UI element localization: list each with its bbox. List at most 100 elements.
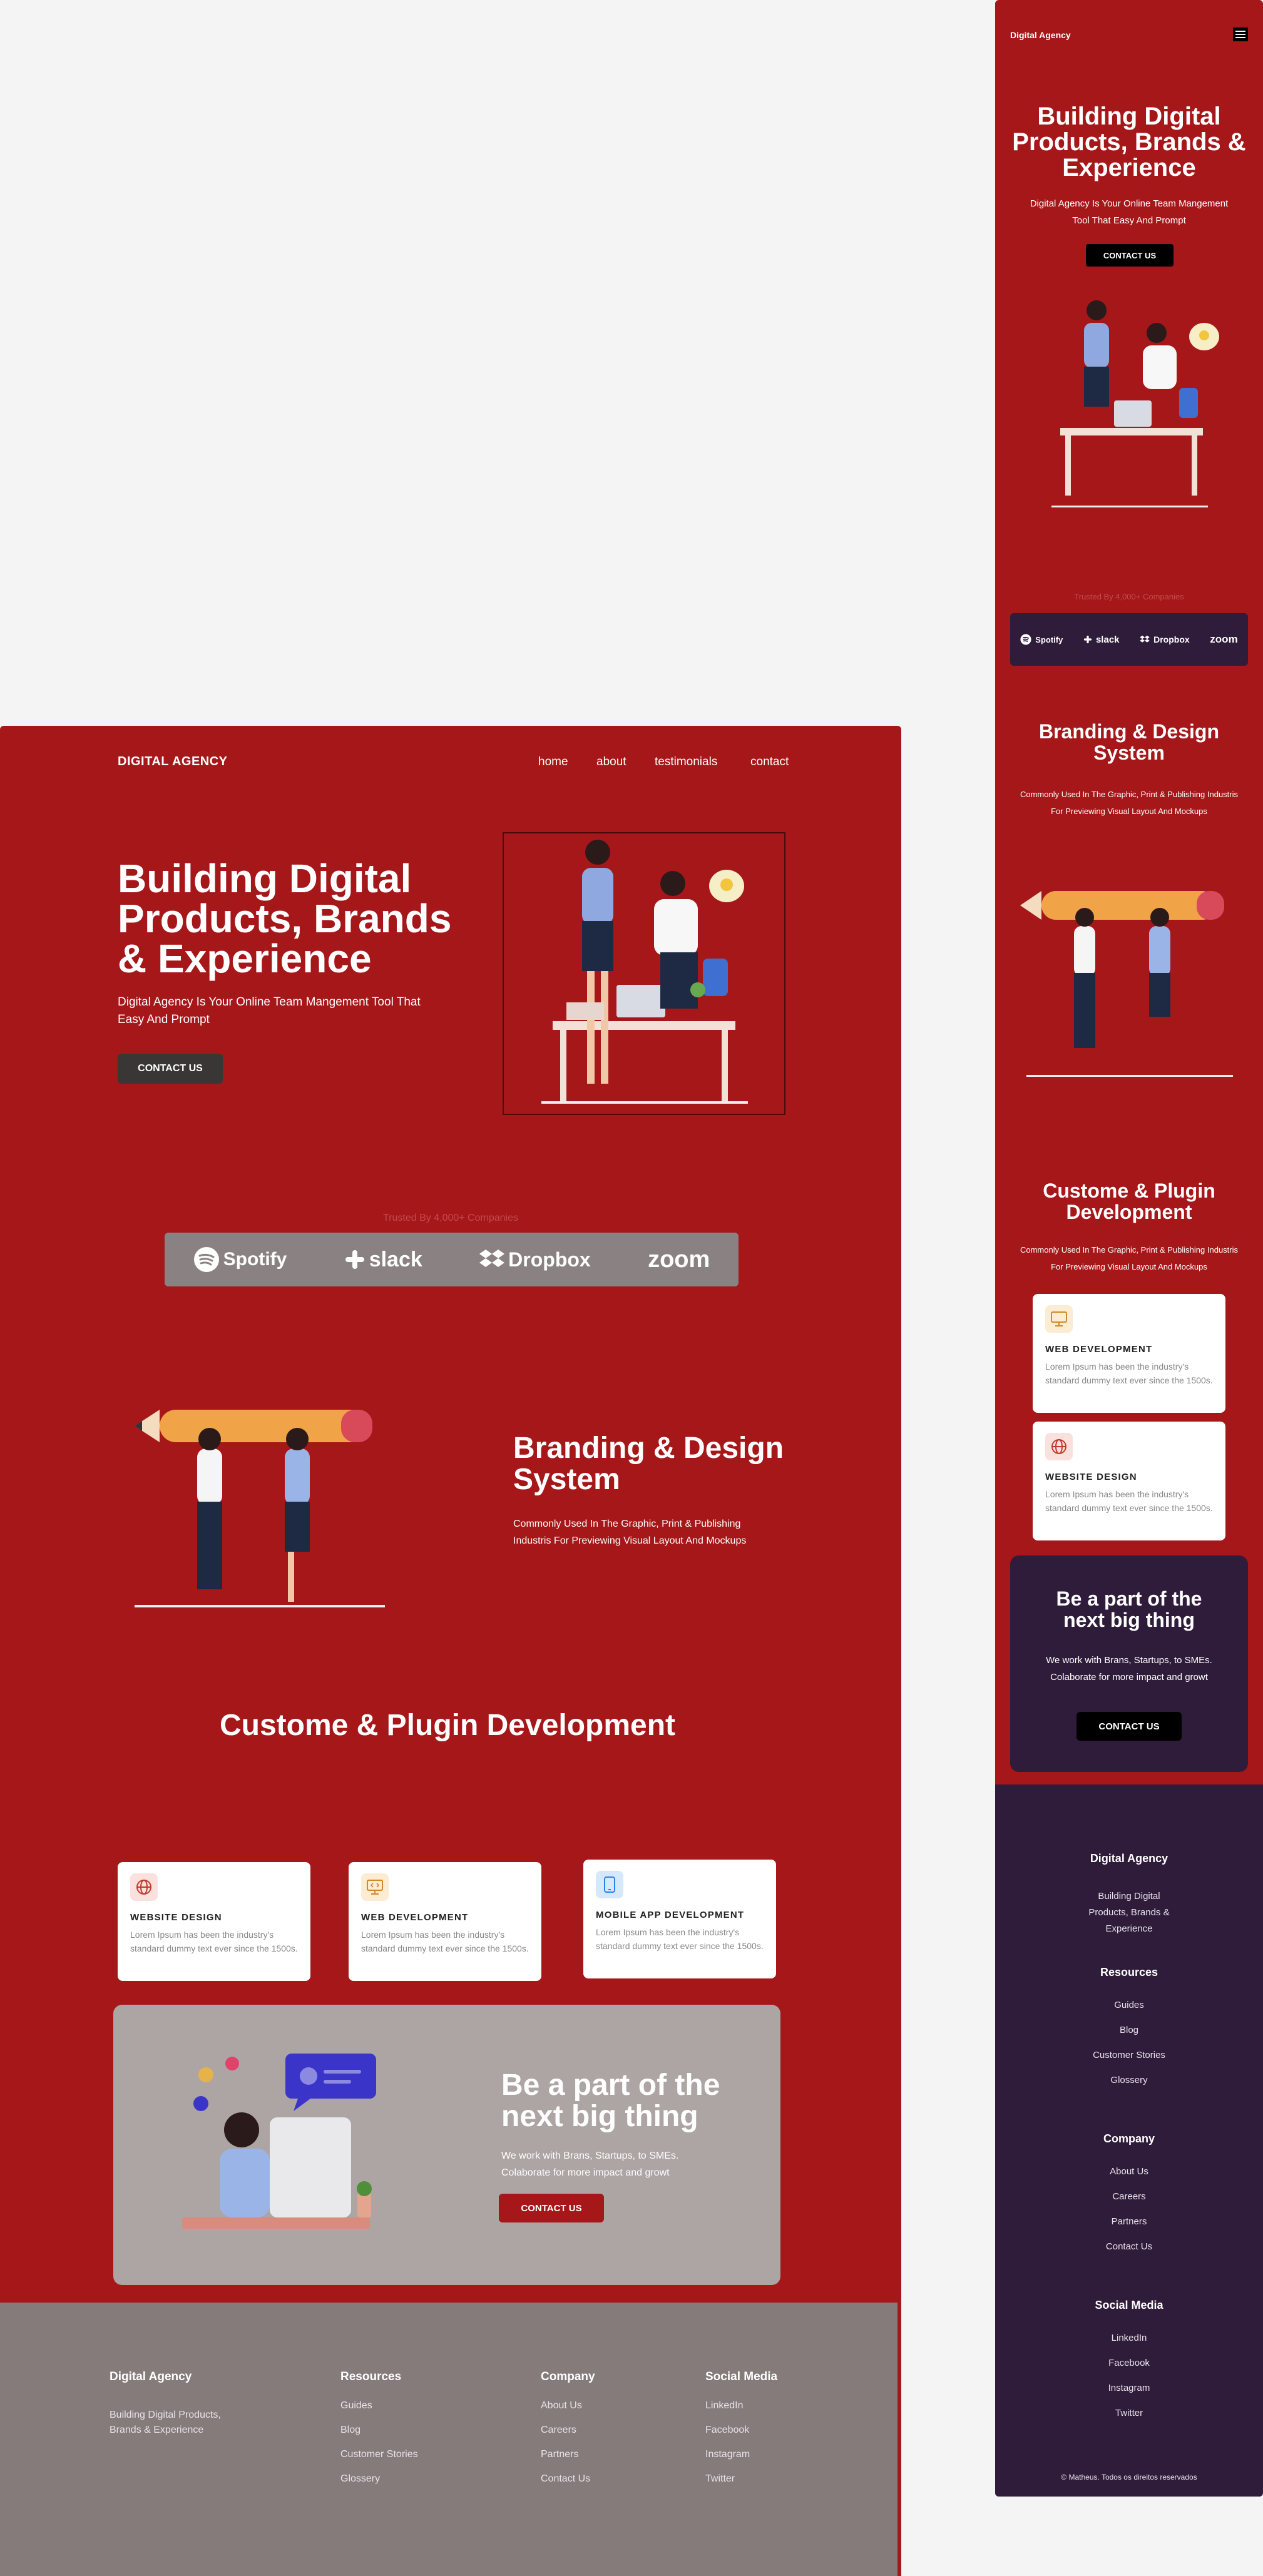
mobile-footer-col-title: Resources — [1100, 1966, 1158, 1978]
service-card-web-development[interactable]: WEB DEVELOPMENT Lorem Ipsum has been the… — [349, 1862, 541, 1981]
mobile-services-title: Custome & Plugin Development — [1043, 1179, 1215, 1223]
hero-illustration — [503, 832, 785, 1115]
footer-col-resources: Resources Guides Blog Customer Stories G… — [340, 2370, 418, 2485]
mobile-footer-link[interactable]: About Us — [995, 2166, 1263, 2177]
mobile-hero-title: Building Digital Products, Brands & Expe… — [1012, 103, 1246, 181]
mobile-footer-link[interactable]: Customer Stories — [995, 2050, 1263, 2060]
mobile-footer-link[interactable]: Contact Us — [995, 2241, 1263, 2252]
spotify-logo: Spotify — [193, 1246, 287, 1273]
dropbox-logo: Dropbox — [479, 1248, 591, 1271]
mobile-hero-illustration — [1026, 294, 1233, 519]
footer-col-company: Company About Us Careers Partners Contac… — [541, 2370, 595, 2485]
cta-contact-button[interactable]: CONTACT US — [499, 2194, 604, 2222]
card-text: Lorem Ipsum has been the industry's stan… — [596, 1927, 764, 1951]
footer-link[interactable]: Partners — [541, 2449, 595, 2460]
branding-text: Commonly Used In The Graphic, Print & Pu… — [513, 1519, 747, 1546]
slack-logo: slack — [344, 1248, 422, 1272]
footer-link[interactable]: LinkedIn — [705, 2400, 777, 2411]
footer-tagline: Building Digital Products, Brands & Expe… — [110, 2410, 221, 2435]
logo-strip: Spotify slack Dropbox zoom — [165, 1233, 739, 1286]
mobile-cta-text: We work with Brans, Startups, to SMEs. C… — [1046, 1655, 1212, 1683]
cta-text: We work with Brans, Startups, to SMEs. C… — [501, 2151, 679, 2178]
mobile-cta-block: Be a part of the next big thing We work … — [1010, 1555, 1248, 1772]
footer-col-title: Social Media — [705, 2370, 778, 2383]
mobile-footer-link[interactable]: Twitter — [995, 2408, 1263, 2418]
card-title: MOBILE APP DEVELOPMENT — [596, 1910, 745, 1920]
nav-about[interactable]: about — [596, 755, 626, 769]
cta-illustration — [170, 2049, 389, 2249]
mobile-logo-strip: Spotify slack Dropbox zoom — [1010, 613, 1248, 666]
mobile-hero-subtitle: Digital Agency Is Your Online Team Mange… — [1030, 198, 1229, 226]
footer-link[interactable]: Twitter — [705, 2473, 777, 2485]
mobile-footer-link[interactable]: Careers — [995, 2191, 1263, 2202]
card-title: WEB DEVELOPMENT — [361, 1912, 469, 1923]
footer-link[interactable]: Careers — [541, 2425, 595, 2436]
mobile-footer-col-title: Company — [1103, 2132, 1155, 2145]
spotify-logo: Spotify — [1020, 634, 1063, 645]
brand-logo[interactable]: DIGITAL AGENCY — [118, 755, 228, 769]
mobile-app-icon — [596, 1871, 623, 1898]
mobile-services-text: Commonly Used In The Graphic, Print & Pu… — [1020, 1245, 1239, 1271]
footer-col-social: Social Media LinkedIn Facebook Instagram… — [705, 2370, 777, 2485]
service-card-mobile-app[interactable]: MOBILE APP DEVELOPMENT Lorem Ipsum has b… — [583, 1860, 776, 1978]
mobile-copyright: © Matheus. Todos os direitos reservados — [1061, 2473, 1197, 2482]
footer-col-title: Company — [541, 2370, 595, 2383]
footer-link[interactable]: About Us — [541, 2400, 595, 2411]
globe-icon — [130, 1873, 158, 1901]
monitor-code-icon — [1045, 1305, 1073, 1333]
footer-col-title: Resources — [340, 2370, 402, 2383]
zoom-logo: zoom — [1210, 633, 1238, 645]
footer-link[interactable]: Guides — [340, 2400, 418, 2411]
footer-link[interactable]: Contact Us — [541, 2473, 595, 2485]
nav-home[interactable]: home — [538, 755, 568, 769]
mobile-cta-title: Be a part of the next big thing — [1056, 1587, 1202, 1631]
mobile-trusted-label: Trusted By 4,000+ Companies — [1074, 592, 1184, 601]
card-text: Lorem Ipsum has been the industry's stan… — [1045, 1362, 1213, 1385]
hamburger-menu-icon[interactable] — [1233, 28, 1248, 41]
card-text: Lorem Ipsum has been the industry's stan… — [1045, 1489, 1213, 1513]
mobile-footer-link[interactable]: Blog — [995, 2025, 1263, 2035]
mobile-cta-contact-button[interactable]: CONTACT US — [1076, 1712, 1182, 1741]
card-title: WEBSITE DESIGN — [130, 1912, 222, 1923]
footer-link[interactable]: Blog — [340, 2425, 418, 2436]
hero-contact-button[interactable]: CONTACT US — [118, 1054, 223, 1084]
services-title: Custome & Plugin Development — [219, 1709, 676, 1742]
mobile-branding-text: Commonly Used In The Graphic, Print & Pu… — [1020, 790, 1239, 816]
mobile-footer-link[interactable]: Guides — [995, 2000, 1263, 2010]
cta-title: Be a part of the next big thing — [501, 2069, 720, 2133]
mobile-page: Digital Agency Building Digital Products… — [995, 0, 1263, 2497]
card-title: WEB DEVELOPMENT — [1045, 1344, 1153, 1355]
monitor-code-icon — [361, 1873, 389, 1901]
footer-link[interactable]: Instagram — [705, 2449, 777, 2460]
mobile-footer: Digital Agency Building Digital Products… — [995, 1784, 1263, 2497]
mobile-card-website-design[interactable]: WEBSITE DESIGN Lorem Ipsum has been the … — [1033, 1422, 1225, 1540]
mobile-footer-link[interactable]: LinkedIn — [995, 2333, 1263, 2343]
desktop-page: DIGITAL AGENCY home about testimonials c… — [0, 726, 901, 2576]
nav-testimonials[interactable]: testimonials — [655, 755, 717, 769]
mobile-footer-link[interactable]: Glossery — [995, 2075, 1263, 2085]
globe-icon — [1045, 1433, 1073, 1460]
dropbox-logo: Dropbox — [1140, 634, 1190, 644]
hero-subtitle: Digital Agency Is Your Online Team Mange… — [118, 995, 421, 1026]
trusted-label: Trusted By 4,000+ Companies — [383, 1213, 518, 1223]
footer-link[interactable]: Customer Stories — [340, 2449, 418, 2460]
footer-link[interactable]: Facebook — [705, 2425, 777, 2436]
mobile-footer-brand: Digital Agency — [1090, 1852, 1168, 1865]
nav-contact[interactable]: contact — [750, 755, 789, 769]
mobile-card-web-development[interactable]: WEB DEVELOPMENT Lorem Ipsum has been the… — [1033, 1294, 1225, 1413]
footer-link[interactable]: Glossery — [340, 2473, 418, 2485]
mobile-hero-contact-button[interactable]: CONTACT US — [1086, 244, 1174, 267]
mobile-footer-link[interactable]: Instagram — [995, 2383, 1263, 2393]
mobile-footer-link[interactable]: Partners — [995, 2216, 1263, 2227]
slack-logo: slack — [1083, 634, 1120, 645]
branding-title: Branding & Design System — [513, 1432, 784, 1496]
hero-title: Building Digital Products, Brands & Expe… — [118, 856, 452, 981]
card-title: WEBSITE DESIGN — [1045, 1472, 1137, 1482]
branding-illustration — [135, 1392, 391, 1617]
service-card-website-design[interactable]: WEBSITE DESIGN Lorem Ipsum has been the … — [118, 1862, 310, 1981]
mobile-brand-logo[interactable]: Digital Agency — [1010, 30, 1071, 40]
mobile-footer-link[interactable]: Facebook — [995, 2358, 1263, 2368]
card-text: Lorem Ipsum has been the industry's stan… — [361, 1930, 529, 1953]
mobile-footer-tagline: Building Digital Products, Brands & Expe… — [1088, 1891, 1170, 1934]
mobile-branding-illustration — [1020, 876, 1239, 1089]
